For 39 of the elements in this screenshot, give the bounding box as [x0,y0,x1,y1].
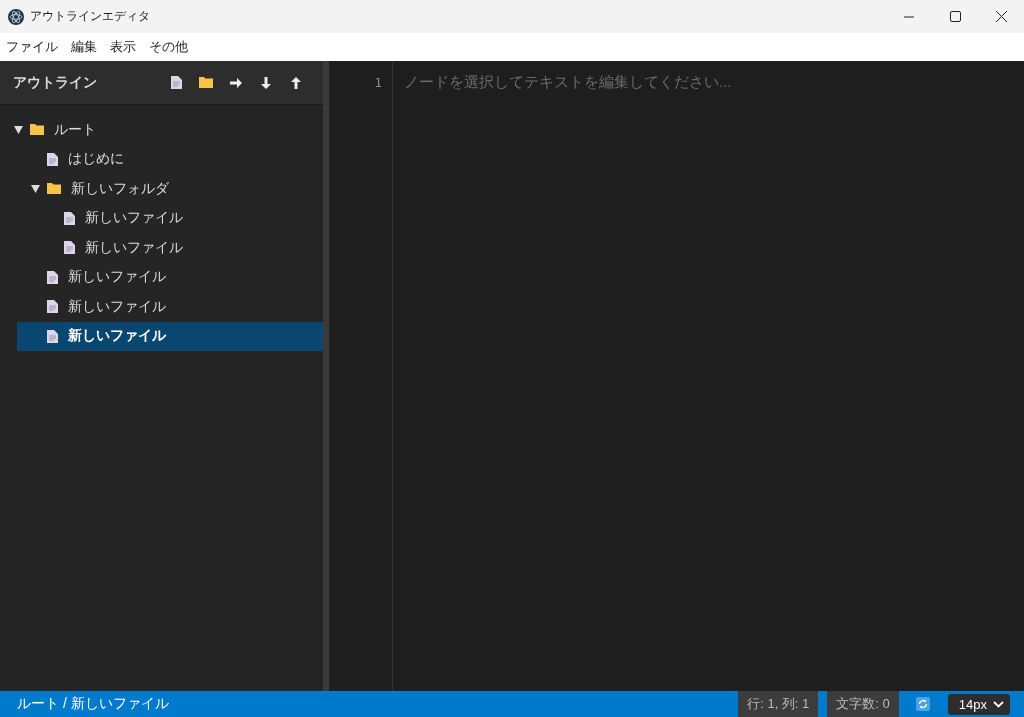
tree-item[interactable]: 新しいファイル [34,203,323,233]
line-number: 1 [373,75,383,92]
menu-item[interactable]: 編集 [67,38,101,56]
menu-item[interactable]: 表示 [106,38,140,56]
window-title: アウトラインエディタ [30,8,151,25]
folder-icon [47,183,61,195]
expanded-triangle-icon[interactable] [13,125,23,134]
down-arrow-icon [261,76,271,89]
up-arrow-icon [291,76,301,89]
tree-item[interactable]: 新しいファイル [17,321,323,351]
character-count: 文字数: 0 [827,691,899,717]
document-icon [47,300,58,314]
document-icon [64,241,75,255]
document-icon [170,76,182,89]
panel-title: アウトライン [13,73,98,92]
folder-icon [30,124,44,136]
menu-item[interactable]: その他 [145,38,192,56]
menu-item[interactable]: ファイル [2,38,62,56]
document-icon [47,329,58,343]
breadcrumb-path: ルート / 新しいファイル [16,695,170,713]
expanded-triangle-icon[interactable] [30,184,40,193]
font-size-dropdown[interactable]: 14px [947,693,1010,715]
atom-logo-icon [8,8,24,25]
tree-item[interactable]: 新しいファイル [34,233,323,263]
tree-item[interactable]: はじめに [17,144,323,174]
tree-item[interactable]: ルート [0,115,323,145]
tree-item[interactable]: 新しいファイル [17,262,323,292]
document-icon [64,211,75,225]
close-icon [995,11,1007,22]
document-icon [47,152,58,166]
cursor-position: 行: 1, 列: 1 [738,691,819,717]
refresh-icon[interactable] [915,697,930,711]
folder-icon [199,77,213,88]
chevron-down-icon [993,700,1004,708]
tree-item[interactable]: 新しいフォルダ [17,174,323,204]
maximize-icon [949,11,961,22]
document-icon [47,270,58,284]
right-arrow-icon [230,77,242,88]
tree-item[interactable]: 新しいファイル [17,292,323,322]
